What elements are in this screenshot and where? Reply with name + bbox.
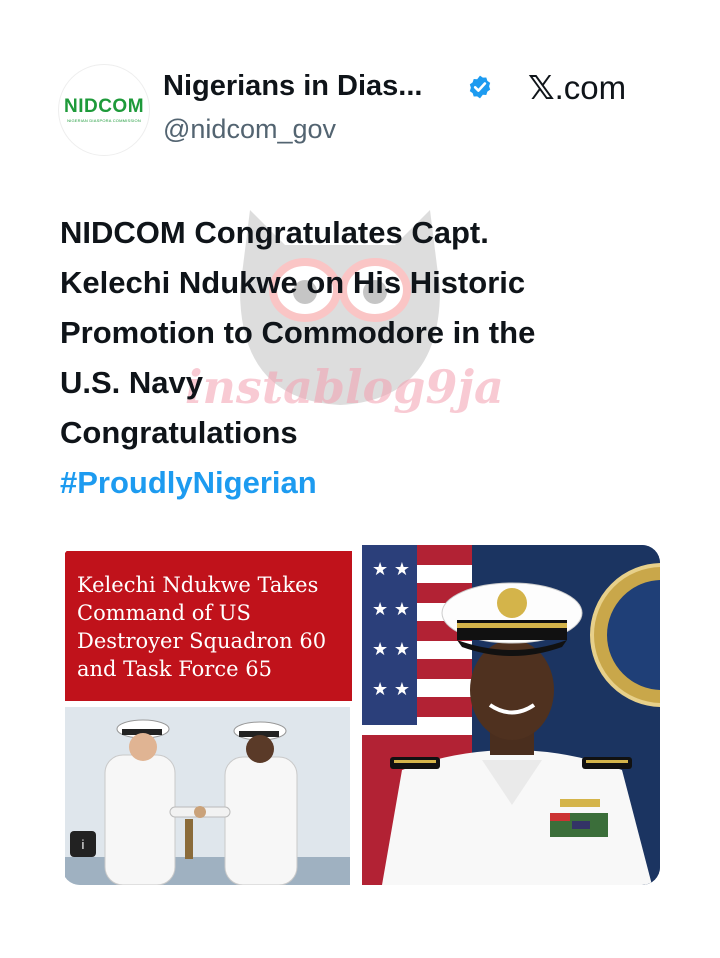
- ceremony-illustration: [65, 707, 350, 885]
- tweet-line: Congratulations: [60, 415, 298, 450]
- source-domain: .com: [554, 69, 627, 106]
- tweet-line: NIDCOM Congratulates Capt.: [60, 215, 489, 250]
- avatar[interactable]: NIDCOM NIGERIAN DIASPORA COMMISSION: [58, 64, 150, 156]
- svg-text:★ ★: ★ ★: [372, 599, 410, 620]
- svg-text:★ ★: ★ ★: [372, 559, 410, 580]
- media-item-news-graphic[interactable]: Kelechi Ndukwe Takes Command of US Destr…: [62, 545, 354, 885]
- display-name[interactable]: Nigerians in Dias...: [163, 70, 422, 103]
- tweet-line: Kelechi Ndukwe on His Historic: [60, 265, 526, 300]
- tweet-card: NIDCOM NIGERIAN DIASPORA COMMISSION Nige…: [0, 0, 720, 958]
- handle[interactable]: @nidcom_gov: [163, 114, 336, 145]
- banner-line: Kelechi Ndukwe Takes: [77, 573, 319, 597]
- tweet-line: Promotion to Commodore in the: [60, 315, 536, 350]
- banner-line: Destroyer Squadron 60: [77, 629, 327, 653]
- nidcom-logo-text: NIDCOM: [63, 96, 145, 117]
- verified-badge-icon: [469, 75, 491, 99]
- tweet-text: NIDCOM Congratulates Capt. Kelechi Ndukw…: [60, 208, 680, 508]
- news-banner: Kelechi Ndukwe Takes Command of US Destr…: [65, 551, 352, 701]
- svg-text:★ ★: ★ ★: [372, 679, 410, 700]
- tweet-line: U.S. Navy: [60, 365, 204, 400]
- ceremony-photo: [65, 707, 350, 885]
- svg-text:★ ★: ★ ★: [372, 639, 410, 660]
- banner-line: and Task Force 65: [77, 657, 272, 681]
- video-badge-icon: i: [70, 831, 96, 857]
- nidcom-logo-subtext: NIGERIAN DIASPORA COMMISSION: [67, 118, 141, 123]
- media-grid: Kelechi Ndukwe Takes Command of US Destr…: [62, 545, 660, 885]
- media-item-portrait[interactable]: ★ ★ ★ ★ ★ ★ ★ ★: [362, 545, 660, 885]
- hashtag-link[interactable]: #ProudlyNigerian: [60, 458, 680, 508]
- x-logo-icon: 𝕏: [528, 69, 555, 106]
- officer-portrait: ★ ★ ★ ★ ★ ★ ★ ★: [362, 545, 660, 885]
- banner-line: Command of US: [77, 601, 251, 625]
- source-label: 𝕏.com: [528, 68, 626, 107]
